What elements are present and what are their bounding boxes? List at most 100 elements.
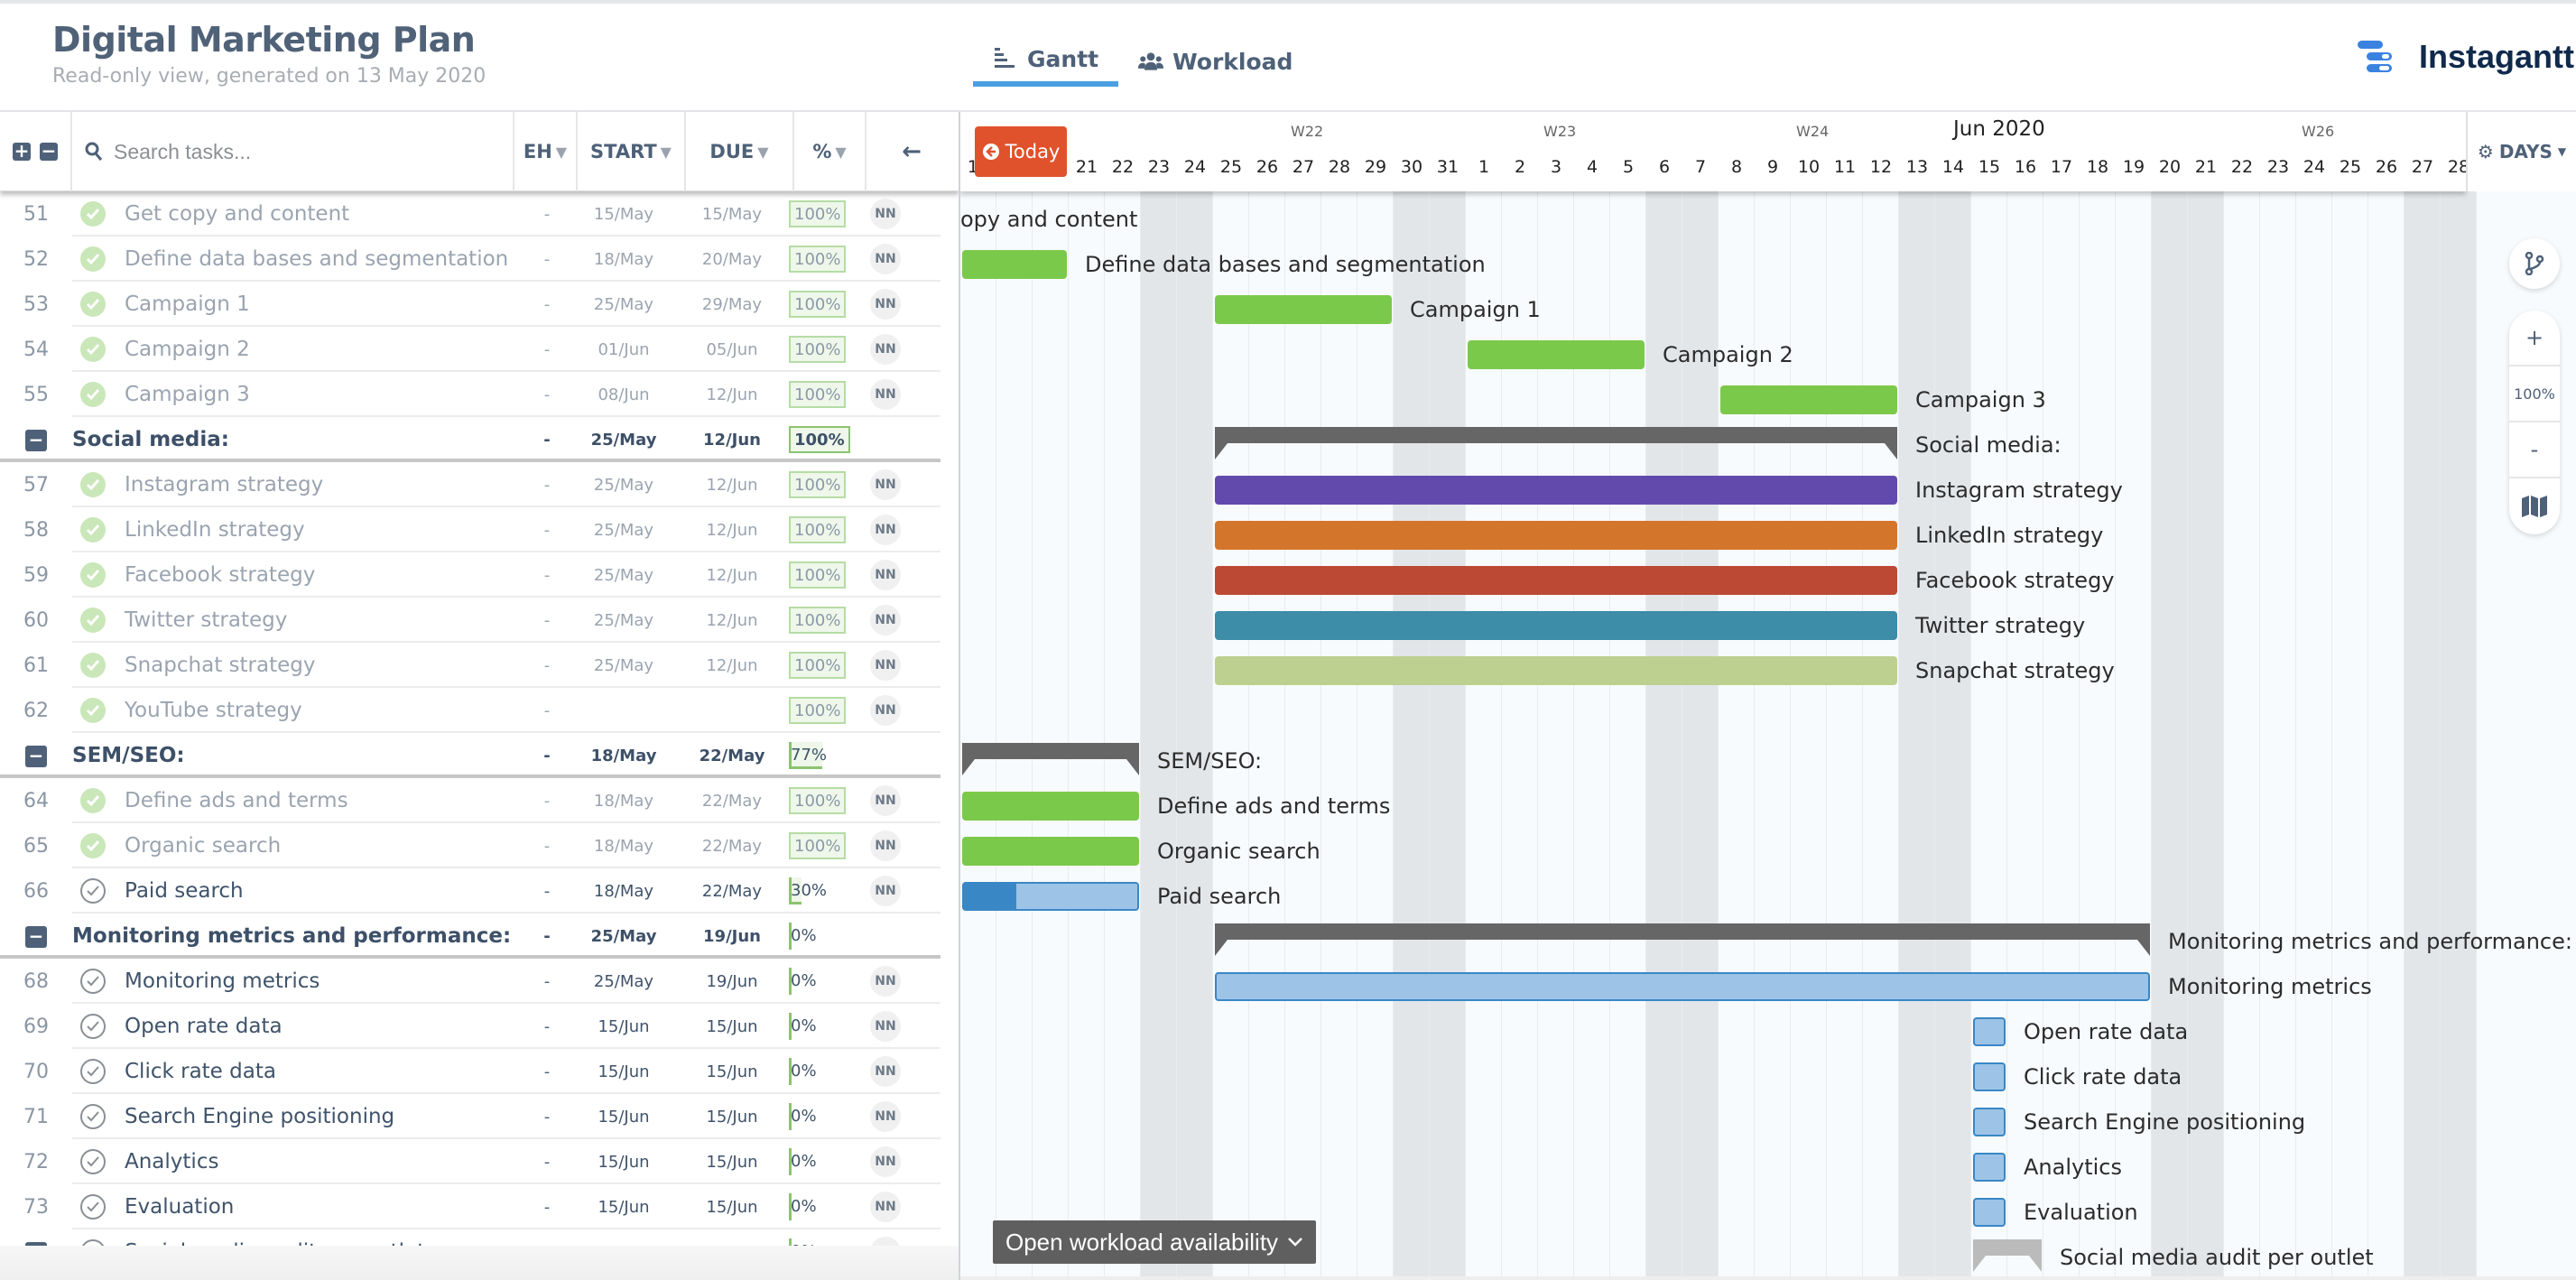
avatar[interactable]: NN [870, 1146, 901, 1177]
collapse-all-button[interactable]: − [40, 142, 58, 161]
task-name[interactable]: Twitter strategy [114, 608, 511, 632]
table-row[interactable]: 66 Paid search -18/May 22/May 30% NN [0, 868, 959, 914]
open-workload-button[interactable]: Open workload availability [993, 1220, 1317, 1264]
table-row[interactable]: 55 Campaign 3 -08/Jun 12/Jun 100% NN [0, 372, 959, 417]
avatar[interactable]: NN [870, 560, 901, 590]
table-row[interactable]: 62 YouTube strategy - 100% NN [0, 688, 959, 733]
filter-icon[interactable]: ▼ [661, 144, 672, 161]
complete-toggle[interactable] [72, 1104, 114, 1129]
due-date[interactable]: 12/Jun [682, 431, 782, 450]
table-row[interactable]: 51 Get copy and content -15/May 15/May 100% N… [0, 191, 959, 237]
due-date[interactable]: 12/Jun [682, 476, 782, 495]
start-date[interactable]: 15/Jun [565, 1153, 682, 1172]
complete-toggle[interactable] [72, 292, 114, 317]
avatar[interactable]: NN [870, 966, 901, 997]
table-row[interactable]: 70 Click rate data -15/Jun 15/Jun 0% NN [0, 1049, 959, 1094]
avatar[interactable]: NN [870, 1056, 901, 1087]
column-header-percent[interactable]: % ▼ [794, 112, 866, 191]
tab-workload[interactable]: Workload [1118, 36, 1312, 87]
start-date[interactable]: 15/May [565, 205, 682, 224]
complete-toggle[interactable] [72, 472, 114, 497]
task-name[interactable]: Campaign 3 [114, 383, 511, 406]
start-date[interactable]: 25/May [565, 972, 682, 991]
table-row[interactable]: 73 Evaluation -15/Jun 15/Jun 0% NN [0, 1184, 959, 1229]
complete-toggle[interactable] [72, 788, 114, 813]
start-date[interactable]: 25/May [565, 566, 682, 585]
table-row[interactable]: 65 Organic search -18/May 22/May 100% NN [0, 823, 959, 868]
task-bar[interactable] [962, 792, 1139, 821]
task-bar[interactable] [1973, 1062, 2006, 1091]
complete-toggle[interactable] [72, 969, 114, 994]
due-date[interactable]: 05/Jun [682, 340, 782, 359]
table-row[interactable]: 54 Campaign 2 -01/Jun 05/Jun 100% NN [0, 327, 959, 372]
task-name[interactable]: Facebook strategy [114, 563, 511, 587]
avatar[interactable]: NN [870, 334, 901, 365]
due-date[interactable]: 15/May [682, 205, 782, 224]
task-bar[interactable] [1215, 972, 2150, 1001]
avatar[interactable]: NN [870, 1011, 901, 1042]
due-date[interactable]: 22/May [682, 747, 782, 765]
due-date[interactable]: 29/May [682, 295, 782, 314]
task-bar[interactable] [1973, 1198, 2006, 1227]
avatar[interactable]: NN [870, 605, 901, 635]
task-name[interactable]: Campaign 1 [114, 292, 511, 316]
table-row[interactable]: 64 Define ads and terms -18/May 22/May 100% N… [0, 778, 959, 823]
avatar[interactable]: NN [870, 1101, 901, 1132]
complete-toggle[interactable] [72, 1149, 114, 1174]
start-date[interactable]: 18/May [565, 792, 682, 811]
complete-toggle[interactable] [72, 1239, 114, 1246]
complete-toggle[interactable] [72, 1059, 114, 1084]
due-date[interactable]: 15/Jun [682, 1062, 782, 1081]
start-date[interactable]: 25/May [565, 431, 682, 450]
task-name[interactable]: Search Engine positioning [114, 1105, 511, 1128]
task-name[interactable]: Instagram strategy [114, 473, 511, 496]
complete-toggle[interactable] [72, 201, 114, 227]
task-bar[interactable] [1215, 566, 1897, 595]
search-input[interactable] [114, 139, 502, 164]
start-date[interactable]: 25/May [565, 927, 682, 946]
due-date[interactable]: 15/Jun [682, 1153, 782, 1172]
collapse-group-button[interactable]: − [0, 925, 72, 948]
column-header-eh[interactable]: EH ▼ [514, 112, 578, 191]
complete-toggle[interactable] [72, 246, 114, 272]
start-date[interactable]: 15/Jun [565, 1062, 682, 1081]
complete-toggle[interactable] [72, 1194, 114, 1220]
avatar[interactable]: NN [870, 199, 901, 229]
complete-toggle[interactable] [72, 382, 114, 407]
complete-toggle[interactable] [72, 878, 114, 904]
complete-toggle[interactable] [72, 698, 114, 723]
avatar[interactable]: NN [870, 830, 901, 861]
start-date[interactable]: 25/May [565, 295, 682, 314]
filter-icon[interactable]: ▼ [835, 144, 846, 161]
expand-all-button[interactable]: + [13, 142, 31, 161]
start-date[interactable]: 18/May [565, 882, 682, 901]
table-row[interactable]: 53 Campaign 1 -25/May 29/May 100% NN [0, 282, 959, 327]
avatar[interactable]: NN [870, 650, 901, 681]
zoom-in-button[interactable]: + [2509, 311, 2560, 366]
task-name[interactable]: SEM/SEO: [72, 744, 511, 767]
collapse-grid-button[interactable]: ← [866, 112, 957, 191]
avatar[interactable]: NN [870, 1237, 901, 1246]
due-date[interactable]: 15/Jun [682, 1198, 782, 1217]
task-bar[interactable] [962, 882, 1139, 911]
start-date[interactable]: 25/May [565, 656, 682, 675]
task-name[interactable]: Monitoring metrics [114, 969, 511, 993]
column-header-due[interactable]: DUE ▼ [686, 112, 794, 191]
task-bar[interactable] [1973, 1153, 2006, 1182]
due-date[interactable]: 12/Jun [682, 521, 782, 540]
task-bar[interactable] [1973, 1017, 2006, 1046]
avatar[interactable]: NN [870, 785, 901, 816]
start-date[interactable]: 25/May [565, 521, 682, 540]
task-name[interactable]: Paid search [114, 879, 511, 903]
task-bar[interactable] [1215, 295, 1392, 324]
table-row[interactable]: 69 Open rate data -15/Jun 15/Jun 0% NN [0, 1004, 959, 1049]
task-bar[interactable] [1215, 521, 1897, 550]
due-date[interactable]: 12/Jun [682, 656, 782, 675]
due-date[interactable]: 12/Jun [682, 566, 782, 585]
start-date[interactable]: 15/Jun [565, 1108, 682, 1127]
table-row[interactable]: 60 Twitter strategy -25/May 12/Jun 100% NN [0, 598, 959, 643]
table-row[interactable]: −Social media audit per outlet-15/Jun16/… [0, 1229, 959, 1246]
filter-icon[interactable]: ▼ [556, 144, 567, 161]
complete-toggle[interactable] [72, 517, 114, 543]
avatar[interactable]: NN [870, 469, 901, 500]
